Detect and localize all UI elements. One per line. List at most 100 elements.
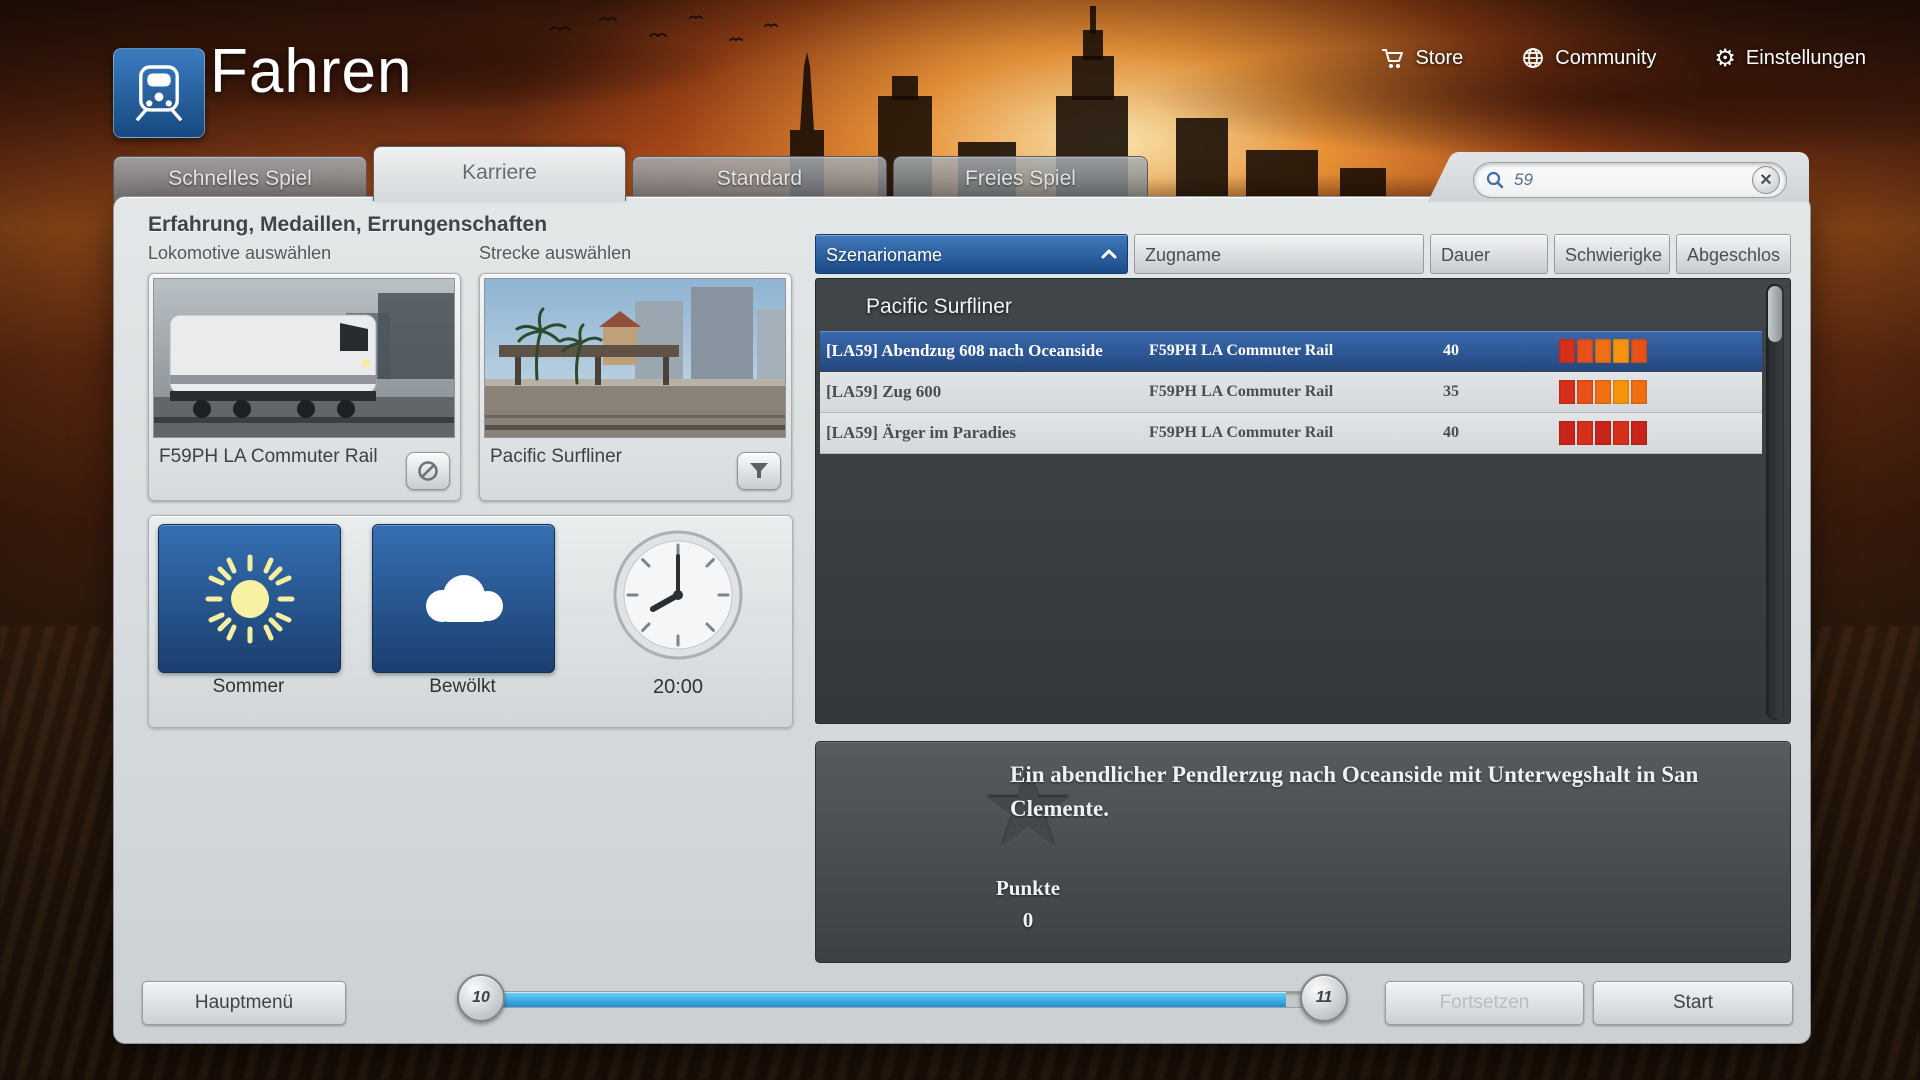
section-heading: Erfahrung, Medaillen, Errungenschaften xyxy=(148,213,547,237)
gear-icon: ⚙ xyxy=(1714,46,1736,70)
search-icon xyxy=(1486,171,1504,189)
locomotive-thumbnail xyxy=(153,278,455,438)
xp-progress-fill xyxy=(493,992,1286,1007)
weather-label: Bewölkt xyxy=(372,676,553,698)
scenario-list-scrollbar[interactable] xyxy=(1766,284,1784,720)
route-picker[interactable]: Pacific Surfliner xyxy=(479,273,792,501)
main-panel: Erfahrung, Medaillen, Errungenschaften L… xyxy=(113,196,1811,1044)
difficulty-cell xyxy=(1559,421,1681,445)
points-label: Punkte xyxy=(958,876,1098,901)
scenario-name-cell: [LA59] Abendzug 608 nach Oceanside xyxy=(820,341,1139,361)
tab-quick-play[interactable]: Schnelles Spiel xyxy=(113,156,367,201)
scenario-row[interactable]: [LA59] Ärger im Paradies F59PH LA Commut… xyxy=(820,413,1762,454)
season-label: Sommer xyxy=(158,676,339,698)
difficulty-square xyxy=(1559,380,1575,404)
search-clear-button[interactable]: ✕ xyxy=(1752,166,1780,194)
time-label: 20:00 xyxy=(611,676,745,699)
header-train-name[interactable]: Zugname xyxy=(1134,234,1424,274)
difficulty-square xyxy=(1631,339,1647,363)
prohibition-icon xyxy=(417,460,439,482)
train-name-cell: F59PH LA Commuter Rail xyxy=(1139,342,1435,360)
header-difficulty[interactable]: Schwierigke xyxy=(1554,234,1670,274)
search-input[interactable] xyxy=(1512,169,1752,191)
header-duration[interactable]: Dauer xyxy=(1430,234,1548,274)
level-next-badge: 11 xyxy=(1300,974,1348,1022)
settings-label: Einstellungen xyxy=(1746,47,1866,70)
difficulty-cell xyxy=(1559,380,1681,404)
difficulty-square xyxy=(1595,380,1611,404)
locomotive-picker[interactable]: F59PH LA Commuter Rail xyxy=(148,273,461,501)
route-select-label: Strecke auswählen xyxy=(479,243,631,264)
globe-icon xyxy=(1521,46,1545,70)
top-navigation: Store Community ⚙ Einstellungen xyxy=(1381,46,1866,70)
train-name-cell: F59PH LA Commuter Rail xyxy=(1139,424,1435,442)
conditions-panel: Sommer Bewölkt 20:00 xyxy=(148,515,793,728)
header-completed[interactable]: Abgeschlos xyxy=(1676,234,1791,274)
sort-ascending-icon xyxy=(1101,248,1117,260)
scenario-row-selected[interactable]: [LA59] Abendzug 608 nach Oceanside F59PH… xyxy=(820,331,1762,371)
settings-link[interactable]: ⚙ Einstellungen xyxy=(1714,46,1866,70)
difficulty-square xyxy=(1613,380,1629,404)
route-filter-button[interactable] xyxy=(737,452,781,490)
time-clock[interactable] xyxy=(611,528,745,662)
page-title: Fahren xyxy=(210,36,412,107)
train-name-cell: F59PH LA Commuter Rail xyxy=(1139,383,1435,401)
app-logo xyxy=(113,48,205,138)
clock-icon xyxy=(611,528,745,662)
start-button[interactable]: Start xyxy=(1593,981,1793,1025)
difficulty-square xyxy=(1631,421,1647,445)
scenario-description: Ein abendlicher Pendlerzug nach Oceansid… xyxy=(1010,758,1750,826)
main-menu-button[interactable]: Hauptmenü xyxy=(142,981,346,1025)
scenario-group-title: Pacific Surfliner xyxy=(866,295,1012,319)
weather-tile[interactable] xyxy=(372,524,555,673)
store-label: Store xyxy=(1415,47,1463,70)
difficulty-square xyxy=(1595,339,1611,363)
header-scenario-name-label: Szenarioname xyxy=(826,245,942,265)
tab-standard[interactable]: Standard xyxy=(632,156,887,201)
difficulty-square xyxy=(1595,421,1611,445)
scenario-table-header: Szenarioname Zugname Dauer Schwierigke A… xyxy=(815,234,1791,274)
tab-career[interactable]: Karriere xyxy=(373,146,626,201)
scenario-name-cell: [LA59] Ärger im Paradies xyxy=(820,423,1139,443)
cart-icon xyxy=(1381,46,1405,70)
route-thumbnail xyxy=(484,278,786,438)
points-value: 0 xyxy=(958,908,1098,933)
difficulty-square xyxy=(1577,380,1593,404)
difficulty-square xyxy=(1559,421,1575,445)
cloud-icon xyxy=(412,564,516,634)
difficulty-square xyxy=(1631,380,1647,404)
level-current-badge: 10 xyxy=(457,974,505,1022)
duration-cell: 40 xyxy=(1435,342,1559,360)
train-icon xyxy=(133,64,185,122)
difficulty-square xyxy=(1559,339,1575,363)
difficulty-cell xyxy=(1559,339,1681,363)
scenario-row[interactable]: [LA59] Zug 600 F59PH LA Commuter Rail 35 xyxy=(820,372,1762,413)
clear-locomotive-button[interactable] xyxy=(406,452,450,490)
store-link[interactable]: Store xyxy=(1381,46,1463,70)
community-label: Community xyxy=(1555,47,1656,70)
tab-free-play[interactable]: Freies Spiel xyxy=(893,156,1148,201)
route-name: Pacific Surfliner xyxy=(490,446,622,468)
search-field[interactable]: ✕ xyxy=(1473,162,1787,198)
scenario-details-panel: ★ Punkte 0 Ein abendlicher Pendlerzug na… xyxy=(815,741,1791,963)
header-scenario-name[interactable]: Szenarioname xyxy=(815,234,1128,274)
locomotive-name: F59PH LA Commuter Rail xyxy=(159,446,378,468)
difficulty-square xyxy=(1613,421,1629,445)
duration-cell: 40 xyxy=(1435,424,1559,442)
scenario-name-cell: [LA59] Zug 600 xyxy=(820,382,1139,402)
community-link[interactable]: Community xyxy=(1521,46,1656,70)
difficulty-square xyxy=(1577,339,1593,363)
scenario-list: Pacific Surfliner [LA59] Abendzug 608 na… xyxy=(815,278,1791,724)
difficulty-square xyxy=(1577,421,1593,445)
screen: Fahren Store Community ⚙ xyxy=(0,0,1920,1080)
birds xyxy=(540,10,800,80)
xp-progress-bar xyxy=(492,991,1320,1008)
duration-cell: 35 xyxy=(1435,383,1559,401)
season-tile[interactable] xyxy=(158,524,341,673)
resume-button[interactable]: Fortsetzen xyxy=(1385,981,1584,1025)
sun-icon xyxy=(202,551,298,647)
scrollbar-thumb[interactable] xyxy=(1768,286,1782,342)
loco-select-label: Lokomotive auswählen xyxy=(148,243,331,264)
difficulty-square xyxy=(1613,339,1629,363)
filter-icon xyxy=(749,462,769,480)
